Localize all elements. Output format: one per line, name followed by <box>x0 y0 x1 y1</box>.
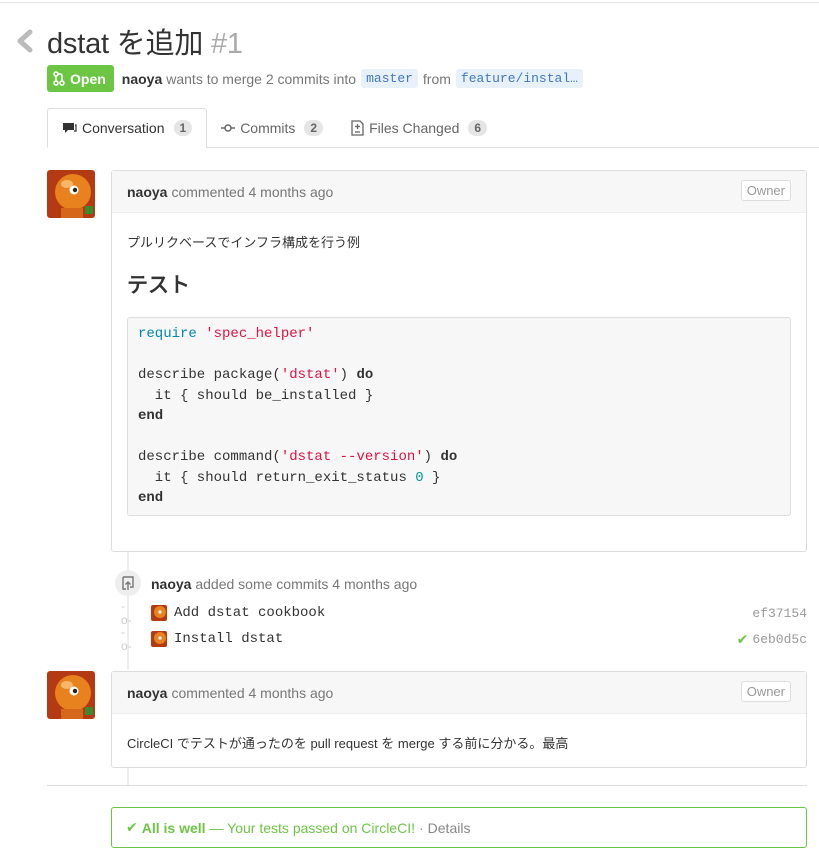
comment-header: naoya commented 4 months ago Owner <box>112 171 806 213</box>
tab-files-changed[interactable]: Files Changed 6 <box>337 108 501 147</box>
check-icon: ✔ <box>126 819 138 835</box>
ci-status-label: All is well <box>141 819 206 836</box>
tab-label: Commits <box>240 119 296 136</box>
state-label: Open <box>70 70 106 87</box>
commit-sha[interactable]: 6eb0d5c <box>752 632 807 647</box>
code-token: do <box>356 367 374 383</box>
event-action: added some commits 4 months ago <box>195 576 418 592</box>
comment: naoya commented 4 months ago Owner Circl… <box>111 671 807 768</box>
ci-separator: · <box>418 819 424 836</box>
tab-commits[interactable]: Commits 2 <box>207 108 337 147</box>
avatar[interactable] <box>151 631 167 647</box>
chevron-left-icon[interactable] <box>14 28 36 54</box>
comment: naoya commented 4 months ago Owner プルリクベ… <box>111 170 807 552</box>
owner-badge: Owner <box>740 180 791 201</box>
tab-label: Conversation <box>82 120 165 136</box>
code-token: it { should return_exit_status <box>138 469 416 486</box>
tab-counter: 6 <box>468 119 488 136</box>
code-token: 0 <box>415 469 424 486</box>
commit-message[interactable]: Add dstat cookbook <box>174 605 752 621</box>
tab-label: Files Changed <box>369 119 460 136</box>
ci-status-box: ✔ All is well — Your tests passed on Cir… <box>111 807 807 848</box>
title-text: dstat を追加 <box>47 28 204 60</box>
code-line: it { should be_installed } <box>138 387 374 404</box>
base-branch[interactable]: master <box>361 69 418 88</box>
from-text: from <box>422 70 451 87</box>
commit-message[interactable]: Install dstat <box>174 631 737 647</box>
comment-timestamp[interactable]: commented 4 months ago <box>171 685 333 701</box>
file-diff-icon <box>351 119 364 136</box>
comment-author[interactable]: naoya <box>127 685 167 701</box>
comment-text: プルリクベースでインフラ構成を行う例 <box>127 235 360 250</box>
commit-icon <box>221 123 236 132</box>
code-token: end <box>138 408 164 424</box>
git-pull-request-icon <box>53 71 65 86</box>
code-token: 'dstat' <box>280 367 340 383</box>
code-token: ) <box>423 449 441 465</box>
author-link[interactable]: naoya <box>122 71 162 87</box>
tab-conversation[interactable]: Conversation 1 <box>47 108 208 148</box>
merge-text: wants to merge 2 commits into <box>166 70 357 87</box>
avatar[interactable] <box>151 605 167 621</box>
commit-dot-icon: -o- <box>121 599 132 627</box>
commit-row: -o- Install dstat ✔ 6eb0d5c <box>121 625 807 653</box>
commit-row: -o- Add dstat cookbook ef37154 <box>121 599 807 627</box>
commit-dot-icon: -o- <box>121 625 132 653</box>
timeline-line <box>127 767 129 785</box>
repo-push-icon <box>122 575 134 590</box>
tab-counter: 1 <box>173 120 193 136</box>
pull-request-title: dstat を追加 #1 <box>47 20 243 62</box>
avatar[interactable] <box>47 671 95 719</box>
code-token: describe package( <box>138 367 281 383</box>
comment-timestamp[interactable]: commented 4 months ago <box>171 184 333 200</box>
state-badge: Open <box>47 65 114 92</box>
pull-request-meta: Open naoya wants to merge 2 commits into… <box>47 65 588 92</box>
code-token: describe command( <box>138 449 281 465</box>
ci-status-message: — Your tests passed on CircleCI! <box>209 819 415 836</box>
code-token: ) <box>339 367 357 383</box>
code-token: 'dstat --version' <box>280 449 424 465</box>
code-token: do <box>440 449 458 465</box>
commit-sha[interactable]: ef37154 <box>752 606 807 621</box>
code-token: 'spec_helper' <box>205 326 315 342</box>
comment-heading: テスト <box>127 274 190 297</box>
comment-header: naoya commented 4 months ago Owner <box>112 672 806 714</box>
head-branch[interactable]: feature/instal… <box>455 69 583 88</box>
repo-push-badge <box>115 570 141 596</box>
pull-request-tabs: Conversation 1 Commits 2 Files Changed 6 <box>47 108 819 148</box>
code-block: require 'spec_helper' describe package('… <box>127 317 791 516</box>
pull-request-number: #1 <box>211 28 243 60</box>
event-author[interactable]: naoya <box>151 576 191 592</box>
divider <box>47 785 807 786</box>
comment-icon <box>63 122 77 133</box>
code-token: require <box>138 326 197 342</box>
tab-counter: 2 <box>304 119 324 136</box>
owner-badge: Owner <box>740 681 791 702</box>
comment-body: プルリクベースでインフラ構成を行う例 テスト require 'spec_hel… <box>112 213 806 531</box>
comment-body: CircleCI でテストが通ったのを pull request を merge… <box>112 714 806 767</box>
avatar[interactable] <box>47 170 95 218</box>
comment-author[interactable]: naoya <box>127 184 167 200</box>
commits-event-text: naoya added some commits 4 months ago <box>151 576 417 592</box>
code-token: } <box>423 469 441 486</box>
code-token: end <box>138 490 164 506</box>
comment-text: CircleCI でテストが通ったのを pull request を merge… <box>127 736 569 751</box>
ci-details-link[interactable]: Details <box>428 820 471 836</box>
check-icon[interactable]: ✔ <box>737 631 749 648</box>
top-border <box>0 0 819 3</box>
